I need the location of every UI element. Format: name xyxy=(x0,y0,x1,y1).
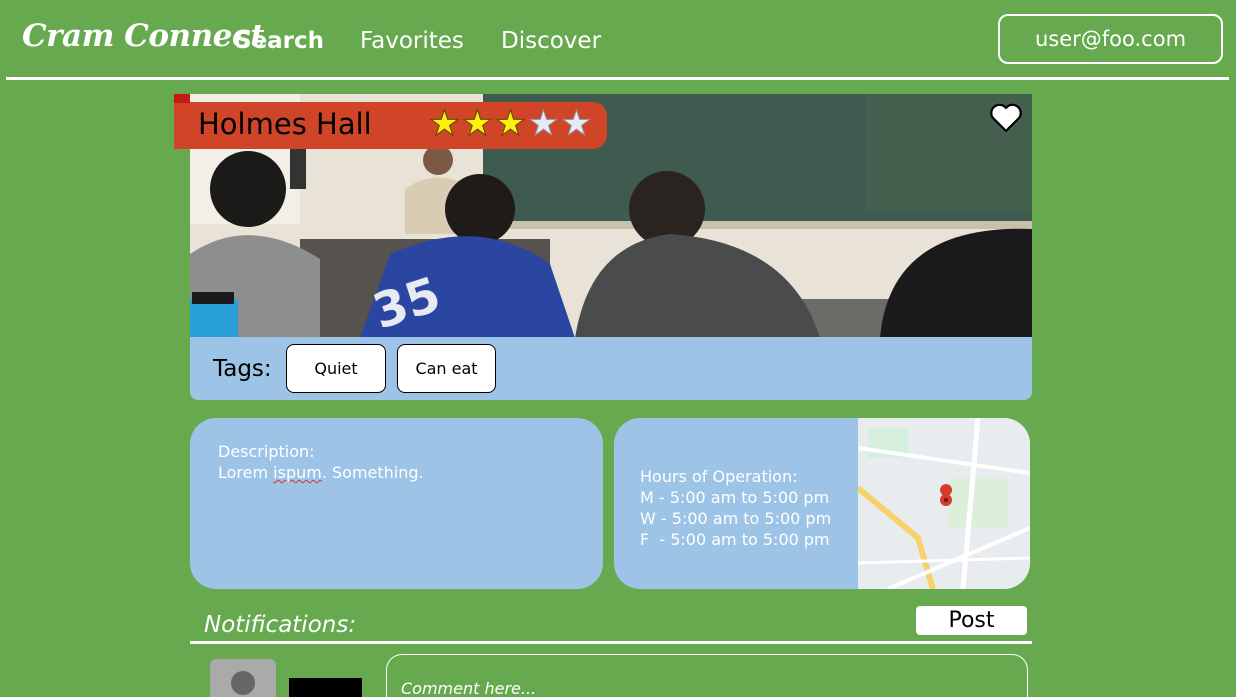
avatar xyxy=(210,659,276,697)
app-logo[interactable]: Cram Connect xyxy=(22,18,265,54)
star-icon[interactable]: ★ xyxy=(461,106,494,143)
post-button[interactable]: Post xyxy=(916,606,1027,635)
tags-label: Tags: xyxy=(213,356,272,382)
title-accent xyxy=(174,94,190,103)
nav-favorites-link[interactable]: Favorites xyxy=(360,28,464,54)
nav-search-link[interactable]: Search xyxy=(235,28,324,54)
notifications-divider xyxy=(190,641,1032,644)
description-rest: . Something. xyxy=(321,463,424,482)
hours-line: F - 5:00 am to 5:00 pm xyxy=(640,530,830,549)
tag-can-eat[interactable]: Can eat xyxy=(397,344,496,393)
star-rating[interactable]: ★★★★★ xyxy=(428,106,593,143)
user-account-button[interactable]: user@foo.com xyxy=(998,14,1223,64)
page: Cram Connect Search Favorites Discover u… xyxy=(0,0,1236,697)
hours-line: W - 5:00 am to 5:00 pm xyxy=(640,509,832,528)
description-text: Description: Lorem ispum. Something. xyxy=(218,441,424,483)
hours-heading: Hours of Operation: xyxy=(640,467,798,486)
description-word: Lorem xyxy=(218,463,269,482)
nav-divider xyxy=(6,77,1229,80)
star-icon[interactable]: ★ xyxy=(428,106,461,143)
description-heading: Description: xyxy=(218,442,315,461)
hours-line: M - 5:00 am to 5:00 pm xyxy=(640,488,830,507)
star-icon[interactable]: ★ xyxy=(527,106,560,143)
favorite-heart-icon[interactable] xyxy=(990,103,1022,133)
username-placeholder xyxy=(289,678,362,697)
star-icon[interactable]: ★ xyxy=(494,106,527,143)
notifications-title: Notifications: xyxy=(204,612,357,638)
comment-input[interactable] xyxy=(386,654,1028,697)
place-title: Holmes Hall xyxy=(198,107,372,141)
hours-text: Hours of Operation: M - 5:00 am to 5:00 … xyxy=(640,466,831,550)
tag-quiet[interactable]: Quiet xyxy=(286,344,386,393)
location-map[interactable] xyxy=(858,418,1030,589)
description-body: Lorem ispum. Something. xyxy=(218,462,424,483)
nav-discover-link[interactable]: Discover xyxy=(501,28,601,54)
misspelled-word: ispum xyxy=(273,463,322,482)
star-icon[interactable]: ★ xyxy=(560,106,593,143)
